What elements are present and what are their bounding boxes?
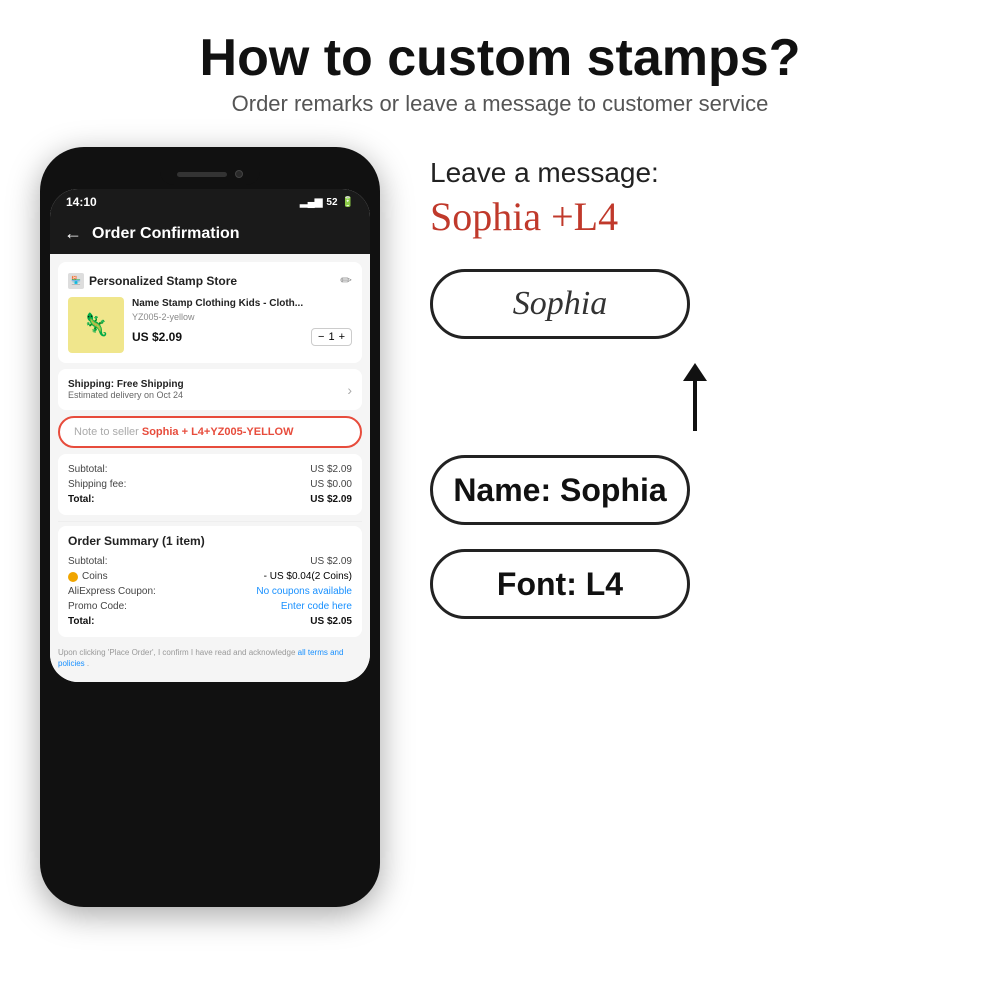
os-subtotal-row: Subtotal: US $2.09 xyxy=(68,554,352,569)
battery-icon: 🔋 xyxy=(342,197,354,208)
arrow-section xyxy=(430,363,960,431)
page: How to custom stamps? Order remarks or l… xyxy=(0,0,1000,1000)
edit-icon[interactable]: ✏ xyxy=(340,272,352,289)
coupon-row: AliExpress Coupon: No coupons available xyxy=(68,584,352,599)
os-subtotal-value: US $2.09 xyxy=(310,556,352,567)
shipping-info: Shipping: Free Shipping Estimated delive… xyxy=(68,379,184,400)
store-icon: 🏪 xyxy=(68,273,84,289)
stamp-text: Sophia xyxy=(513,285,607,323)
subtitle: Order remarks or leave a message to cust… xyxy=(40,91,960,117)
main-title: How to custom stamps? xyxy=(40,30,960,87)
shipping-fee-row: Shipping fee: US $0.00 xyxy=(68,477,352,492)
phone-nav-bar: ← Order Confirmation xyxy=(50,213,370,254)
store-name: 🏪 Personalized Stamp Store xyxy=(68,273,237,289)
phone-camera xyxy=(235,170,243,178)
coins-value: - US $0.04(2 Coins) xyxy=(264,571,352,582)
note-box[interactable]: Note to seller Sophia + L4+YZ005-YELLOW xyxy=(58,416,362,448)
status-time: 14:10 xyxy=(66,195,97,209)
fine-print: Upon clicking 'Place Order', I confirm I… xyxy=(58,643,362,673)
name-box-text: Name: Sophia xyxy=(453,472,666,509)
order-summary-title: Order Summary (1 item) xyxy=(68,534,352,548)
store-row: 🏪 Personalized Stamp Store ✏ xyxy=(68,272,352,289)
stamp-preview: Sophia xyxy=(430,269,690,339)
product-sku: YZ005-2-yellow xyxy=(132,312,352,322)
phone-screen: 14:10 ▂▄▆ 52 🔋 ← Order Confirmation xyxy=(50,189,370,681)
os-total-value: US $2.05 xyxy=(310,616,352,627)
total-value: US $2.09 xyxy=(310,494,352,505)
note-highlight: Sophia + L4+YZ005-YELLOW xyxy=(142,426,294,438)
coin-icon xyxy=(68,572,78,582)
coins-label: Coins xyxy=(82,571,108,582)
total-label: Total: xyxy=(68,494,94,505)
os-total-row: Total: US $2.05 xyxy=(68,614,352,629)
arrow-up-icon xyxy=(683,363,707,381)
os-subtotal-label: Subtotal: xyxy=(68,556,107,567)
shipping-arrow[interactable]: › xyxy=(347,382,352,398)
product-image: 🦎 xyxy=(68,297,124,353)
signal-value: 52 xyxy=(326,197,337,208)
product-price: US $2.09 xyxy=(132,330,182,344)
arrow-shaft xyxy=(693,381,697,431)
phone-status-bar: 14:10 ▂▄▆ 52 🔋 xyxy=(50,189,370,213)
shipping-type: Free Shipping xyxy=(117,379,184,390)
totals-card: Subtotal: US $2.09 Shipping fee: US $0.0… xyxy=(58,454,362,515)
subtotal-value: US $2.09 xyxy=(310,464,352,475)
header: How to custom stamps? Order remarks or l… xyxy=(40,30,960,117)
message-value: Sophia +L4 xyxy=(430,195,960,239)
content-row: 14:10 ▂▄▆ 52 🔋 ← Order Confirmation xyxy=(40,147,960,980)
product-row: 🦎 Name Stamp Clothing Kids - Cloth... YZ… xyxy=(68,297,352,353)
coupon-label: AliExpress Coupon: xyxy=(68,586,156,597)
qty-plus[interactable]: + xyxy=(339,331,345,343)
status-icons: ▂▄▆ 52 🔋 xyxy=(300,197,354,208)
coins-left: Coins xyxy=(68,571,108,582)
qty-minus[interactable]: − xyxy=(318,331,324,343)
font-box-text: Font: L4 xyxy=(497,566,623,603)
font-box: Font: L4 xyxy=(430,549,690,619)
total-row: Total: US $2.09 xyxy=(68,492,352,507)
phone-speaker xyxy=(177,172,227,177)
promo-row: Promo Code: Enter code here xyxy=(68,599,352,614)
leave-message-section: Leave a message: Sophia +L4 xyxy=(430,157,960,239)
phone-content: 🏪 Personalized Stamp Store ✏ 🦎 Name Stam… xyxy=(50,254,370,681)
subtotal-label: Subtotal: xyxy=(68,464,107,475)
right-panel: Leave a message: Sophia +L4 Sophia Name:… xyxy=(430,147,960,619)
nav-title: Order Confirmation xyxy=(92,225,240,243)
order-summary-card: Order Summary (1 item) Subtotal: US $2.0… xyxy=(58,526,362,637)
name-box: Name: Sophia xyxy=(430,455,690,525)
product-name: Name Stamp Clothing Kids - Cloth... xyxy=(132,297,352,310)
promo-label: Promo Code: xyxy=(68,601,127,612)
phone: 14:10 ▂▄▆ 52 🔋 ← Order Confirmation xyxy=(40,147,380,907)
os-total-label: Total: xyxy=(68,616,94,627)
note-placeholder: Note to seller xyxy=(74,426,139,438)
shipping-fee-label: Shipping fee: xyxy=(68,479,126,490)
phone-notch xyxy=(160,163,260,185)
signal-bars: ▂▄▆ xyxy=(300,197,322,208)
back-button[interactable]: ← xyxy=(64,223,82,244)
shipping-fee-value: US $0.00 xyxy=(310,479,352,490)
fine-print-end: . xyxy=(87,659,89,668)
fine-print-text: Upon clicking 'Place Order', I confirm I… xyxy=(58,648,298,657)
shipping-label: Shipping: Free Shipping xyxy=(68,379,184,390)
shipping-est: Estimated delivery on Oct 24 xyxy=(68,390,184,400)
product-info: Name Stamp Clothing Kids - Cloth... YZ00… xyxy=(132,297,352,346)
subtotal-row: Subtotal: US $2.09 xyxy=(68,462,352,477)
coupon-value[interactable]: No coupons available xyxy=(256,586,352,597)
qty-value: 1 xyxy=(328,331,334,343)
coins-row: Coins - US $0.04(2 Coins) xyxy=(68,569,352,584)
promo-value[interactable]: Enter code here xyxy=(281,601,352,612)
product-price-row: US $2.09 − 1 + xyxy=(132,328,352,346)
leave-message-label: Leave a message: xyxy=(430,157,960,189)
shipping-row: Shipping: Free Shipping Estimated delive… xyxy=(58,369,362,410)
phone-wrapper: 14:10 ▂▄▆ 52 🔋 ← Order Confirmation xyxy=(40,147,400,907)
order-card: 🏪 Personalized Stamp Store ✏ 🦎 Name Stam… xyxy=(58,262,362,363)
divider xyxy=(58,521,362,522)
qty-control[interactable]: − 1 + xyxy=(311,328,352,346)
